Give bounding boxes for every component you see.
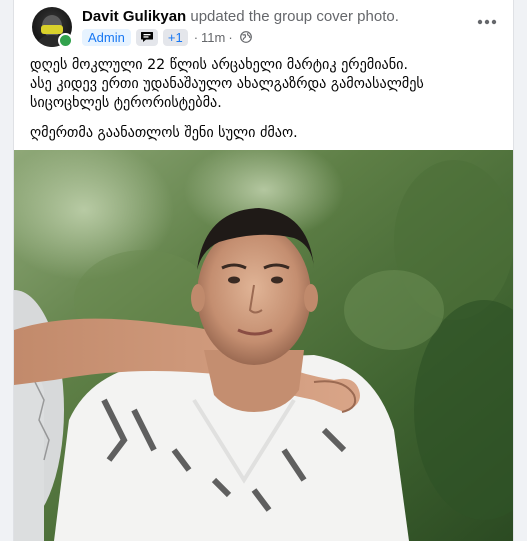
post-text: დღეს მოკლული 22 წლის არცახელი მარტიკ ერე… [30,56,500,143]
post-action-text: updated the group cover photo. [190,8,399,25]
author-name[interactable]: Davit Gulikyan [82,8,186,25]
cover-photo-image [14,150,513,541]
admin-badge[interactable]: Admin [82,28,131,46]
post-text-line-1: დღეს მოკლული 22 წლის არცახელი მარტიკ ერე… [30,57,409,73]
meta-separator: · [193,29,199,45]
post-card: Davit Gulikyan updated the group cover p… [13,0,514,541]
more-options-button[interactable] [473,8,501,36]
meta-separator-2: · [228,29,233,45]
online-status-dot [58,33,73,48]
conversation-starter-icon[interactable] [135,28,158,46]
more-horizontal-icon [477,19,497,25]
avatar[interactable] [32,7,73,48]
post-text-line-3: სიცოცხლეს ტერორისტებმა. [30,95,222,111]
post-header: Davit Gulikyan updated the group cover p… [30,4,497,48]
more-badges-count[interactable]: +1 [162,28,188,46]
globe-icon [239,31,252,43]
author-line: Davit Gulikyan updated the group cover p… [82,8,399,25]
post-meta: Admin +1 · 11m · [82,28,252,46]
post-text-line-2: ასე კიდევ ერთი უდანაშაულო ახალგაზრდა გამ… [30,76,424,92]
cover-photo[interactable] [14,150,513,541]
post-time[interactable]: 11m [201,30,225,45]
post-text-line-4: ღმერთმა გაანათლოს შენი სული ძმაო. [30,125,298,141]
